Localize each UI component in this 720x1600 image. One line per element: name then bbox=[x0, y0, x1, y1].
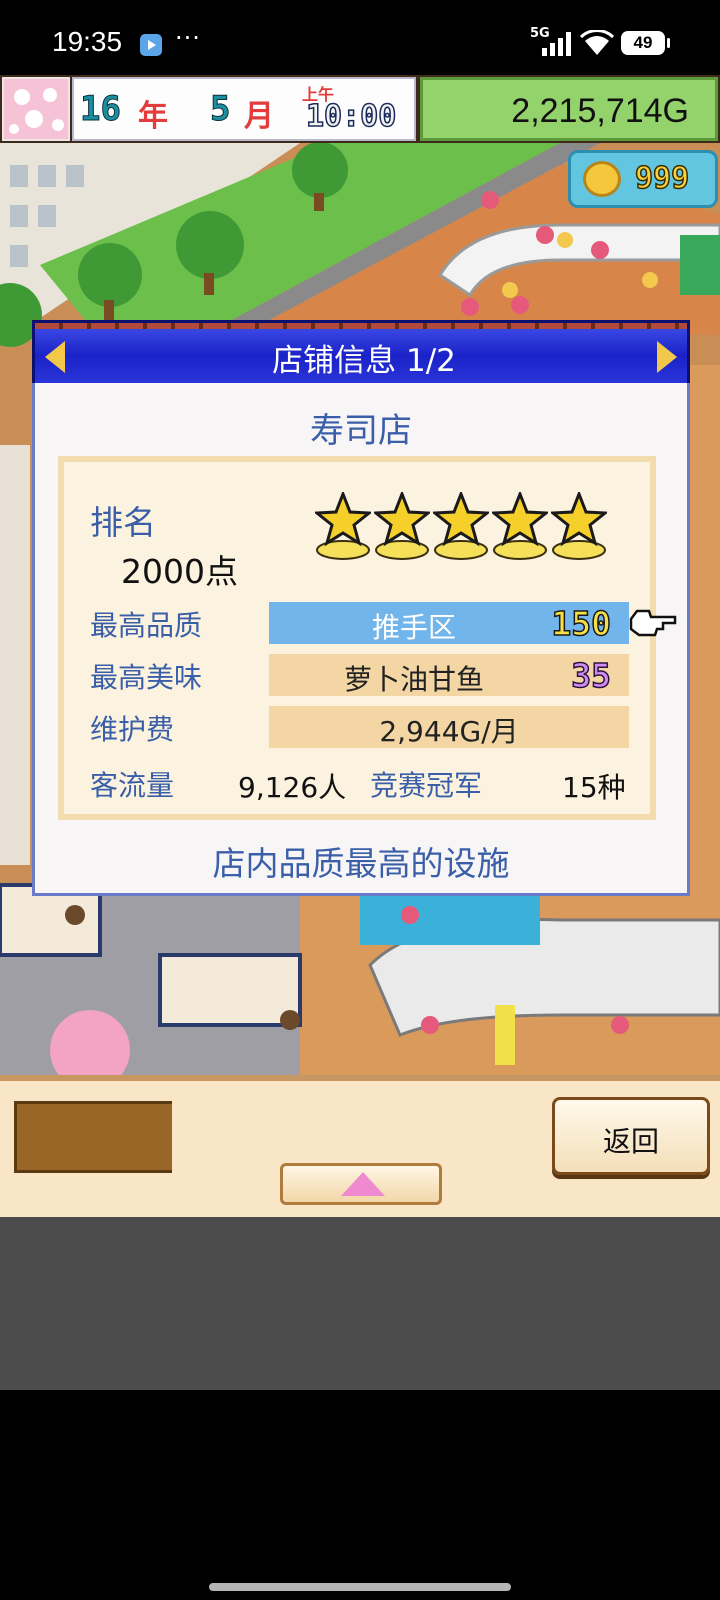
star-icon bbox=[433, 492, 489, 560]
expand-up-button[interactable] bbox=[280, 1163, 442, 1205]
quality-bar[interactable]: 推手区 150 bbox=[269, 602, 629, 644]
wifi-icon bbox=[580, 30, 614, 55]
coin-icon bbox=[583, 161, 621, 197]
upkeep-label: 维护费 bbox=[90, 713, 175, 746]
signal-icon bbox=[542, 32, 571, 56]
taste-label: 最高美味 bbox=[90, 661, 203, 694]
taste-item: 萝卜油甘鱼 bbox=[343, 663, 484, 696]
star-icon bbox=[551, 492, 607, 560]
store-info-dialog: 店铺信息 1/2 寿司店 排名 2000点 最高品质 推手区 150 最高美味 … bbox=[32, 320, 690, 896]
rank-value: 2000点 bbox=[121, 552, 238, 591]
coin-counter[interactable]: 999 bbox=[568, 150, 718, 208]
coin-value: 999 bbox=[634, 160, 690, 197]
info-panel: 排名 2000点 最高品质 推手区 150 最高美味 萝卜油甘鱼 35 维护费 bbox=[58, 456, 677, 820]
dialog-header: 店铺信息 1/2 bbox=[32, 320, 690, 386]
quality-label: 最高品质 bbox=[90, 609, 203, 642]
rank-label: 排名 bbox=[90, 503, 156, 542]
battery-icon: 49 bbox=[621, 31, 670, 55]
shop-name: 寿司店 bbox=[310, 411, 412, 451]
traffic-label: 客流量 bbox=[90, 769, 175, 802]
game-clock: 10:00 bbox=[305, 98, 397, 135]
money-display: 2,215,714G bbox=[420, 77, 718, 141]
rank-stars bbox=[315, 492, 615, 576]
star-icon bbox=[492, 492, 548, 560]
taste-bar[interactable]: 萝卜油甘鱼 35 bbox=[269, 654, 629, 696]
champion-value: 15种 bbox=[562, 771, 626, 804]
money-value: 2,215,714G bbox=[511, 92, 689, 130]
more-icon: ··· bbox=[175, 24, 201, 52]
status-time: 19:35 bbox=[52, 26, 123, 57]
bottom-panel: 返回 bbox=[0, 1075, 720, 1217]
quality-value: 150 bbox=[551, 603, 612, 644]
game-view[interactable]: 16 年 5 月 上午 10:00 2,215,714G 999 店铺信息 1/… bbox=[0, 75, 720, 1390]
star-icon bbox=[315, 492, 371, 560]
status-bar: 19:35 ··· 5G 49 bbox=[0, 0, 720, 75]
traffic-value: 9,126人 bbox=[238, 771, 347, 804]
pointing-hand-icon bbox=[629, 609, 677, 637]
home-indicator[interactable] bbox=[209, 1583, 511, 1591]
dialog-title: 店铺信息 1/2 bbox=[272, 343, 456, 379]
next-page-arrow-icon[interactable] bbox=[657, 341, 677, 373]
upkeep-bar: 2,944G/月 bbox=[269, 706, 629, 748]
upkeep-value: 2,944G/月 bbox=[379, 715, 519, 748]
champion-label: 竞赛冠军 bbox=[370, 769, 483, 802]
quality-item: 推手区 bbox=[371, 611, 456, 644]
header-rail bbox=[35, 323, 687, 329]
dialog-body: 寿司店 排名 2000点 最高品质 推手区 150 最高美味 萝卜油甘鱼 35 bbox=[32, 383, 690, 896]
info-slot bbox=[14, 1101, 172, 1173]
year-unit: 年 bbox=[138, 99, 168, 134]
game-date: 16 年 5 月 上午 10:00 bbox=[72, 77, 416, 141]
empty-area bbox=[0, 1217, 720, 1390]
top-hud: 16 年 5 月 上午 10:00 2,215,714G bbox=[0, 75, 720, 143]
month-unit: 月 bbox=[244, 99, 274, 134]
app-notification-icon bbox=[140, 34, 162, 56]
sakura-season-icon bbox=[2, 77, 70, 141]
back-button[interactable]: 返回 bbox=[552, 1097, 710, 1175]
back-label: 返回 bbox=[602, 1125, 659, 1158]
year-number: 16 bbox=[80, 89, 122, 130]
month-number: 5 bbox=[209, 89, 231, 130]
star-icon bbox=[374, 492, 430, 560]
hint-text: 店内品质最高的设施 bbox=[212, 844, 510, 883]
taste-value: 35 bbox=[571, 655, 612, 696]
up-arrow-icon bbox=[341, 1172, 385, 1196]
